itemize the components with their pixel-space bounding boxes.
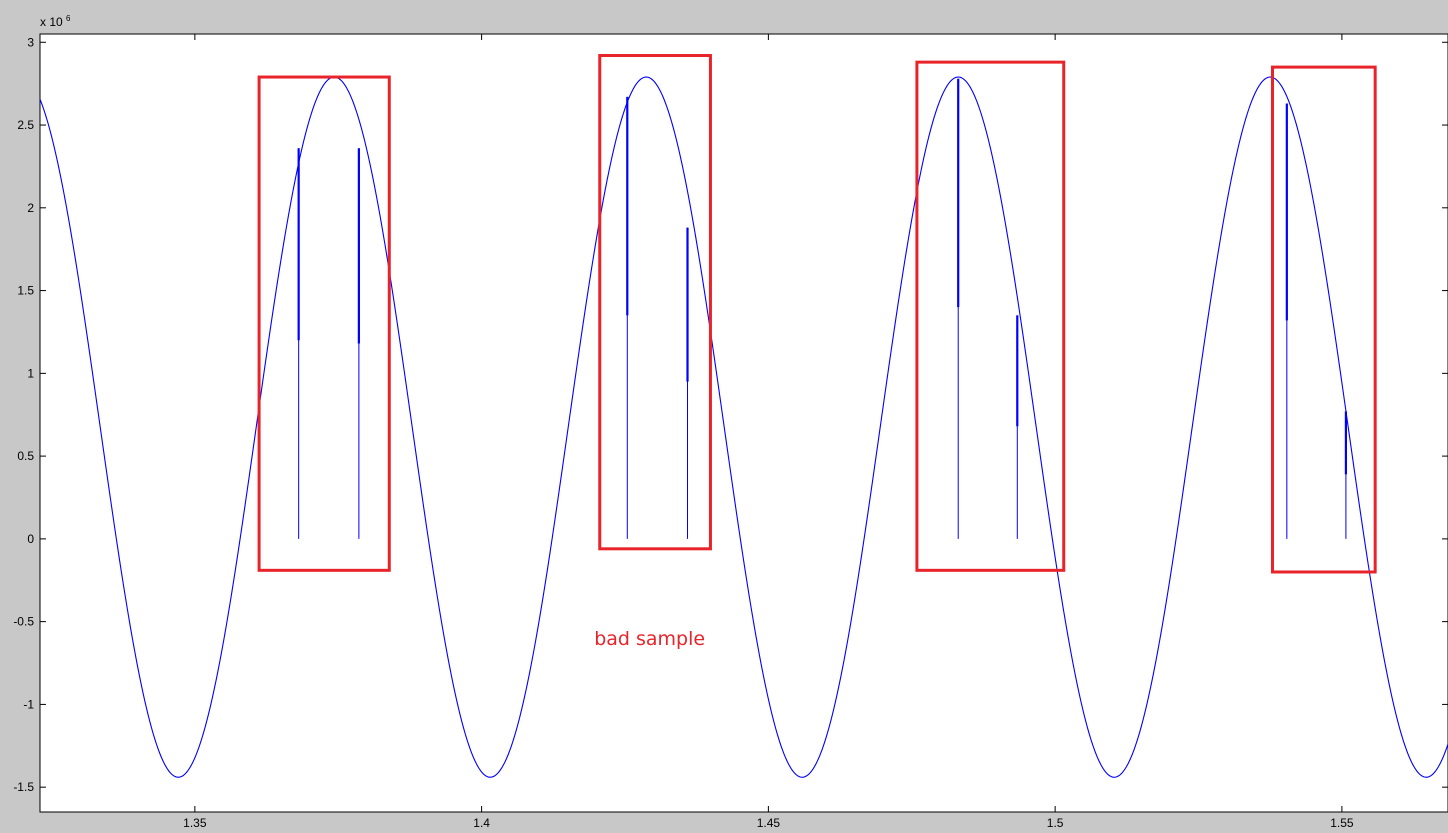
- x-tick-label-1: 1.4: [473, 816, 490, 830]
- figure: 1.35 1.4 1.45 1.5 1.55 3 2.5 2 1.5 1 0.5 0 -0.5 -1 -1.…: [13, 14, 1448, 830]
- y-tick-label-3: 1.5: [17, 284, 34, 298]
- x-tick-label-4: 1.55: [1330, 816, 1354, 830]
- y-tick-label-4: 1: [27, 366, 34, 380]
- y-tick-label-8: -1: [23, 697, 34, 711]
- y-tick-label-0: 3: [27, 35, 34, 49]
- plot-area: [39, 33, 1448, 813]
- x-tick-label-2: 1.45: [757, 816, 781, 830]
- y-tick-label-2: 2: [27, 201, 34, 215]
- x-tick-label-0: 1.35: [183, 816, 207, 830]
- y-tick-label-6: 0: [27, 532, 34, 546]
- annotation-bad-sample: bad sample: [594, 628, 705, 650]
- y-tick-label-5: 0.5: [17, 449, 34, 463]
- x-tick-label-3: 1.5: [1047, 816, 1064, 830]
- y-tick-label-7: -0.5: [13, 615, 34, 629]
- y-tick-label-1: 2.5: [17, 118, 34, 132]
- y-exponent-label: x 10 6: [40, 14, 71, 29]
- y-exponent-base: x 10: [40, 15, 63, 29]
- y-tick-label-9: -1.5: [13, 780, 34, 794]
- y-exponent-power: 6: [66, 14, 71, 23]
